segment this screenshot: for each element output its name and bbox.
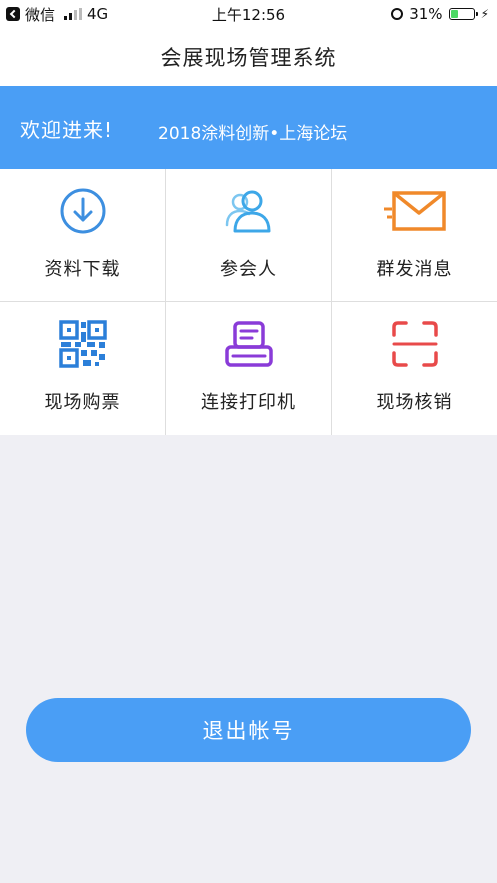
menu-item-connect-printer[interactable]: 连接打印机: [166, 302, 332, 435]
battery-icon: [448, 8, 478, 20]
menu-item-broadcast-message[interactable]: 群发消息: [332, 169, 497, 302]
page-title-bar: 会展现场管理系统: [0, 28, 497, 86]
menu-item-buy-ticket[interactable]: 现场购票: [0, 302, 166, 435]
menu-item-label: 群发消息: [376, 259, 453, 280]
printer-icon: [224, 321, 273, 367]
menu-item-label: 连接打印机: [201, 392, 296, 413]
attendees-icon: [225, 190, 270, 233]
welcome-banner: 欢迎进来! 2018涂料创新•上海论坛: [0, 86, 497, 169]
welcome-text: 欢迎进来!: [20, 118, 114, 142]
download-icon: [60, 188, 105, 234]
mail-icon: [383, 191, 446, 231]
menu-item-label: 参会人: [220, 259, 277, 280]
scan-icon: [391, 321, 438, 367]
battery-percent: 31%: [409, 5, 443, 23]
page-title: 会展现场管理系统: [160, 46, 337, 70]
menu-item-download[interactable]: 资料下载: [0, 169, 166, 302]
alarm-icon: [391, 8, 404, 20]
menu-item-label: 现场核销: [376, 392, 453, 413]
menu-item-attendees[interactable]: 参会人: [166, 169, 332, 302]
status-right: 31% ⚡: [391, 4, 489, 24]
qr-code-icon: [58, 320, 107, 368]
menu-item-label: 资料下载: [44, 259, 121, 280]
logout-button[interactable]: 退出帐号: [26, 698, 471, 762]
charging-icon: ⚡: [480, 7, 489, 21]
status-bar: 微信 4G 上午12:56 31% ⚡: [0, 0, 497, 28]
feature-grid: 资料下载 参会人 群发消息 现场购票 连接打印机 现场核销: [0, 169, 497, 435]
menu-item-verify[interactable]: 现场核销: [332, 302, 497, 435]
menu-item-label: 现场购票: [44, 392, 121, 413]
forum-name: 2018涂料创新•上海论坛: [158, 124, 348, 144]
